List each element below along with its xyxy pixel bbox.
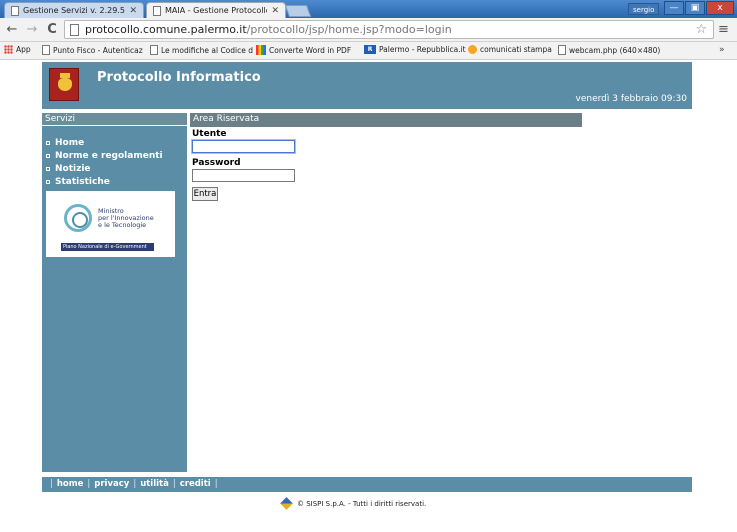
bookmark-codice[interactable]: Le modifiche al Codice d — [150, 45, 253, 55]
maximize-button[interactable]: ▣ — [685, 1, 705, 15]
sispi-logo-icon — [280, 497, 293, 510]
circle-icon — [468, 45, 477, 54]
bullet-icon — [46, 166, 50, 171]
forward-button[interactable]: → — [24, 22, 40, 38]
separator: | — [172, 479, 176, 489]
separator: | — [133, 479, 137, 489]
copyright: © SISPI S.p.A. - Tutti i diritti riserva… — [280, 497, 427, 510]
bookmark-punto-fisco[interactable]: Punto Fisco - Autenticaz — [42, 45, 143, 55]
url-text: protocollo.comune.palermo.it/protocollo/… — [85, 23, 452, 36]
address-bar[interactable]: protocollo.comune.palermo.it/protocollo/… — [64, 20, 714, 39]
back-button[interactable]: ← — [4, 22, 20, 38]
close-tab-icon[interactable]: ✕ — [271, 6, 279, 16]
bullet-icon — [46, 179, 50, 184]
bookmarks-more-icon[interactable]: » — [719, 45, 725, 55]
page-icon — [150, 45, 158, 55]
login-button[interactable]: Entra — [192, 187, 218, 201]
bookmark-star-icon[interactable]: ☆ — [695, 22, 707, 37]
browser-toolbar: ← → C protocollo.comune.palermo.it/proto… — [0, 18, 737, 42]
sidebar-item-statistiche[interactable]: Statistiche — [46, 175, 163, 188]
palermo-coat-of-arms-logo — [49, 68, 79, 101]
bullet-icon — [46, 153, 50, 158]
current-date: venerdì 3 febbraio 09:30 — [575, 94, 687, 104]
footer-link-privacy[interactable]: privacy — [94, 479, 129, 489]
page-icon — [11, 5, 19, 16]
reload-button[interactable]: C — [44, 22, 60, 38]
eagle-icon — [58, 78, 72, 91]
minimize-button[interactable]: — — [664, 1, 684, 15]
browser-tab-maia[interactable]: MAIA - Gestione Protocollo I ✕ — [146, 2, 286, 18]
separator: | — [214, 479, 218, 489]
user-badge[interactable]: sergio — [628, 3, 660, 15]
footer-links: | home | privacy | utilità | crediti | — [46, 479, 222, 489]
page-icon — [558, 45, 566, 55]
close-tab-icon[interactable]: ✕ — [129, 6, 137, 16]
word-icon — [256, 45, 266, 55]
tab-label: MAIA - Gestione Protocollo I — [165, 6, 268, 15]
footer-link-home[interactable]: home — [57, 479, 84, 489]
repubblica-icon: R — [364, 45, 376, 54]
sidebar-item-home[interactable]: Home — [46, 136, 163, 149]
banner-bar: Piano Nazionale di e-Government — [61, 243, 154, 251]
sidebar: Servizi Home Norme e regolamenti Notizie… — [42, 113, 187, 472]
sidebar-nav: Home Norme e regolamenti Notizie Statist… — [46, 136, 163, 188]
page-icon — [70, 24, 79, 36]
separator: | — [87, 479, 91, 489]
separator: | — [50, 479, 53, 489]
url-path: /protocollo/jsp/home.jsp?modo=login — [246, 23, 452, 36]
page-icon — [153, 5, 161, 16]
page-icon — [42, 45, 50, 55]
bookmarks-bar: App Punto Fisco - Autenticaz Le modifich… — [0, 42, 737, 60]
bookmark-webcam[interactable]: webcam.php (640×480) — [558, 45, 660, 55]
password-label: Password — [192, 158, 241, 168]
egovernment-banner[interactable]: Ministro per l'Innovazione e le Tecnolog… — [46, 191, 175, 257]
browser-titlebar: Gestione Servizi v. 2.29.51 ( ✕ MAIA - G… — [0, 0, 737, 18]
close-window-button[interactable]: x — [706, 1, 734, 15]
footer-link-utilita[interactable]: utilità — [140, 479, 169, 489]
bullet-icon — [46, 140, 50, 145]
browser-menu-icon[interactable]: ≡ — [718, 22, 729, 37]
bookmark-word-pdf[interactable]: Converte Word in PDF — [256, 45, 351, 55]
footer-link-crediti[interactable]: crediti — [180, 479, 211, 489]
page-title: Protocollo Informatico — [97, 70, 261, 85]
username-input[interactable] — [192, 140, 295, 153]
tab-label: Gestione Servizi v. 2.29.51 ( — [23, 6, 126, 15]
copyright-text: © SISPI S.p.A. - Tutti i diritti riserva… — [297, 499, 427, 508]
password-input[interactable] — [192, 169, 295, 182]
footer-bar: | home | privacy | utilità | crediti | — [42, 477, 692, 492]
ministry-logo-icon — [64, 204, 92, 232]
section-heading: Area Riservata — [190, 113, 582, 127]
bookmark-comunicati[interactable]: comunicati stampa — [468, 45, 552, 54]
url-host: protocollo.comune.palermo.it — [85, 23, 247, 36]
sidebar-item-notizie[interactable]: Notizie — [46, 162, 163, 175]
sidebar-heading: Servizi — [42, 113, 187, 126]
apps-icon — [4, 45, 13, 54]
banner-text: Ministro per l'Innovazione e le Tecnolog… — [98, 207, 154, 229]
new-tab-button[interactable] — [284, 5, 312, 17]
bookmark-repubblica[interactable]: R Palermo - Repubblica.it — [364, 45, 466, 54]
browser-tab-gestione-servizi[interactable]: Gestione Servizi v. 2.29.51 ( ✕ — [4, 2, 144, 18]
page-header: Protocollo Informatico venerdì 3 febbrai… — [42, 62, 692, 109]
bookmark-apps[interactable]: App — [4, 45, 31, 54]
sidebar-item-norme[interactable]: Norme e regolamenti — [46, 149, 163, 162]
username-label: Utente — [192, 129, 227, 139]
